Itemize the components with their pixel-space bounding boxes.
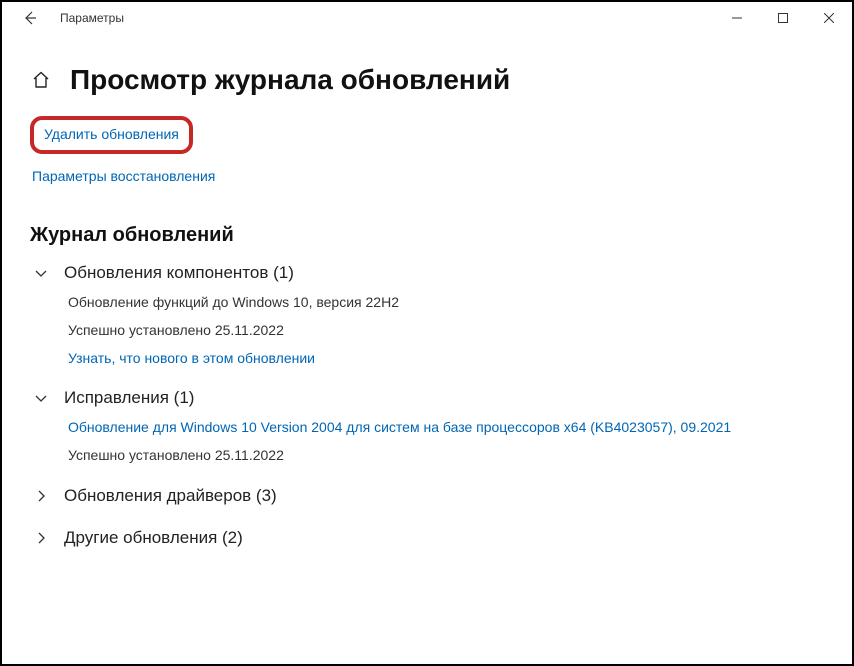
close-icon xyxy=(824,13,834,23)
group-components-title: Обновления компонентов (1) xyxy=(64,263,294,283)
group-other: Другие обновления (2) xyxy=(30,524,824,552)
group-fixes-header[interactable]: Исправления (1) xyxy=(30,384,824,412)
home-button[interactable] xyxy=(30,69,52,91)
home-icon xyxy=(31,70,51,90)
group-drivers-header[interactable]: Обновления драйверов (3) xyxy=(30,482,824,510)
minimize-icon xyxy=(732,13,742,23)
group-other-title: Другие обновления (2) xyxy=(64,528,243,548)
group-drivers: Обновления драйверов (3) xyxy=(30,482,824,510)
group-other-header[interactable]: Другие обновления (2) xyxy=(30,524,824,552)
fix-update-link[interactable]: Обновление для Windows 10 Version 2004 д… xyxy=(68,416,824,440)
chevron-down-icon xyxy=(30,391,52,405)
recovery-options-link[interactable]: Параметры восстановления xyxy=(32,168,215,184)
group-fixes-body: Обновление для Windows 10 Version 2004 д… xyxy=(30,416,824,468)
window-controls xyxy=(714,2,852,34)
chevron-down-icon xyxy=(30,266,52,280)
chevron-right-icon xyxy=(30,489,52,503)
group-drivers-title: Обновления драйверов (3) xyxy=(64,486,277,506)
minimize-button[interactable] xyxy=(714,2,760,34)
page-title: Просмотр журнала обновлений xyxy=(70,64,510,96)
feature-update-name: Обновление функций до Windows 10, версия… xyxy=(68,291,824,315)
fix-update-date: Успешно установлено 25.11.2022 xyxy=(68,444,824,468)
close-button[interactable] xyxy=(806,2,852,34)
group-fixes-title: Исправления (1) xyxy=(64,388,194,408)
content-area: Просмотр журнала обновлений Удалить обно… xyxy=(2,34,852,576)
maximize-icon xyxy=(778,13,788,23)
group-components: Обновления компонентов (1) Обновление фу… xyxy=(30,259,824,370)
back-button[interactable] xyxy=(16,4,44,32)
uninstall-updates-highlight: Удалить обновления xyxy=(30,116,193,154)
group-components-body: Обновление функций до Windows 10, версия… xyxy=(30,291,824,370)
chevron-right-icon xyxy=(30,531,52,545)
page-header: Просмотр журнала обновлений xyxy=(30,64,824,96)
feature-update-date: Успешно установлено 25.11.2022 xyxy=(68,319,824,343)
uninstall-updates-link[interactable]: Удалить обновления xyxy=(44,126,179,142)
group-fixes: Исправления (1) Обновление для Windows 1… xyxy=(30,384,824,468)
window-title: Параметры xyxy=(60,11,124,25)
maximize-button[interactable] xyxy=(760,2,806,34)
arrow-left-icon xyxy=(22,10,38,26)
group-components-header[interactable]: Обновления компонентов (1) xyxy=(30,259,824,287)
history-heading: Журнал обновлений xyxy=(30,224,824,247)
whats-new-link[interactable]: Узнать, что нового в этом обновлении xyxy=(68,347,824,371)
